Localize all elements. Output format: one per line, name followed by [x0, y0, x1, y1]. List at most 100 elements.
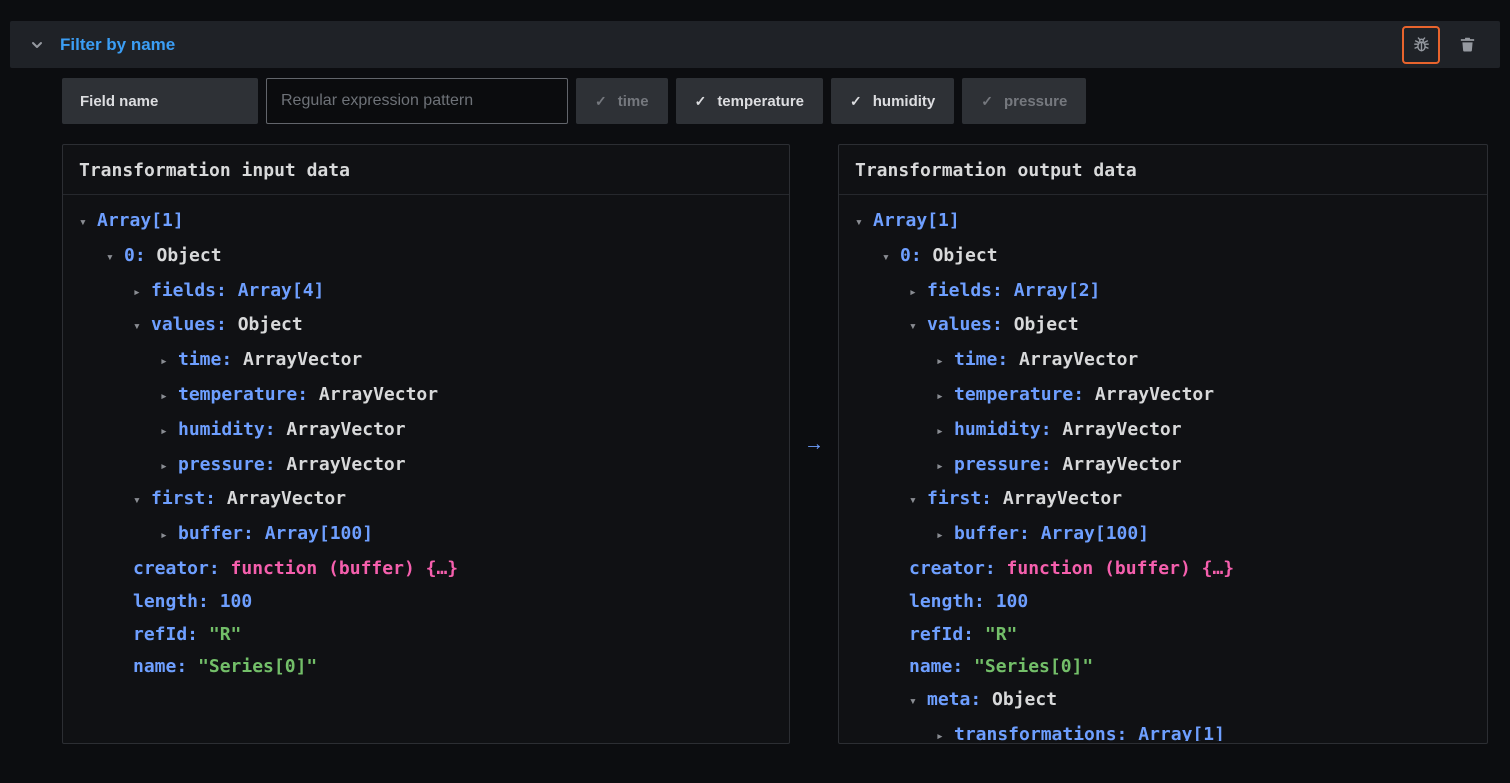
json-value: 100 [220, 591, 253, 612]
json-value: "Series[0]" [198, 656, 317, 677]
json-tree-row[interactable]: ▾0: Object [839, 240, 1479, 275]
filter-controls: Field name ✓time✓temperature✓humidity✓pr… [62, 78, 1488, 124]
collapsed-toggle-icon[interactable]: ▸ [160, 346, 178, 379]
expanded-toggle-icon[interactable]: ▾ [79, 207, 97, 240]
json-key: creator: [133, 558, 231, 579]
expanded-toggle-icon[interactable]: ▾ [133, 311, 151, 344]
input-data-panel: Transformation input data ▾Array[1]▾0: O… [62, 144, 790, 744]
json-value: 100 [996, 591, 1029, 612]
header-actions [1402, 26, 1486, 64]
json-tree-row[interactable]: ▸time: ArrayVector [839, 344, 1479, 379]
collapsed-toggle-icon[interactable]: ▸ [936, 721, 954, 741]
json-tree-row[interactable]: ▾first: ArrayVector [839, 483, 1479, 518]
json-value: ArrayVector [286, 419, 405, 440]
chevron-down-icon[interactable] [30, 38, 44, 52]
json-tree-row[interactable]: ▾values: Object [63, 309, 781, 344]
expanded-toggle-icon[interactable]: ▾ [133, 485, 151, 518]
collapsed-toggle-icon[interactable]: ▸ [936, 346, 954, 379]
collapsed-toggle-icon[interactable]: ▸ [160, 416, 178, 449]
input-json-tree[interactable]: ▾Array[1]▾0: Object▸fields: Array[4]▾val… [63, 195, 789, 741]
collapsed-toggle-icon[interactable]: ▸ [936, 451, 954, 484]
expanded-toggle-icon[interactable]: ▾ [855, 207, 873, 240]
collapsed-toggle-icon[interactable]: ▸ [160, 381, 178, 414]
collapsed-toggle-icon[interactable]: ▸ [936, 381, 954, 414]
collapsed-toggle-icon[interactable]: ▸ [909, 277, 927, 310]
collapsed-toggle-icon[interactable]: ▸ [160, 451, 178, 484]
json-tree-row[interactable]: ▾Array[1] [63, 205, 781, 240]
json-tree-row: refId: "R" [839, 619, 1479, 652]
field-chip-label: humidity [873, 93, 936, 110]
check-icon: ✓ [695, 93, 707, 110]
json-value: Object [1014, 314, 1079, 335]
output-panel-title: Transformation output data [839, 145, 1487, 195]
json-tree-row[interactable]: ▾values: Object [839, 309, 1479, 344]
transform-header-bar: Filter by name [10, 21, 1500, 68]
field-chip-time[interactable]: ✓ time [576, 78, 668, 124]
json-value: ArrayVector [1062, 419, 1181, 440]
json-value: function (buffer) {…} [231, 558, 459, 579]
json-tree-row[interactable]: ▸transformations: Array[1] [839, 719, 1479, 741]
collapsed-toggle-icon[interactable]: ▸ [936, 416, 954, 449]
field-chip-label: pressure [1004, 93, 1067, 110]
check-icon: ✓ [981, 93, 993, 110]
collapsed-toggle-icon[interactable]: ▸ [936, 520, 954, 553]
json-tree-row[interactable]: ▸pressure: ArrayVector [63, 449, 781, 484]
json-key: first: [927, 488, 1003, 509]
json-key: transformations: [954, 724, 1138, 741]
json-value: "R" [985, 624, 1018, 645]
json-key: buffer: [178, 523, 265, 544]
check-icon: ✓ [595, 93, 607, 110]
json-tree-row[interactable]: ▸buffer: Array[100] [839, 518, 1479, 553]
output-json-tree[interactable]: ▾Array[1]▾0: Object▸fields: Array[2]▾val… [839, 195, 1487, 741]
debug-panels: Transformation input data ▾Array[1]▾0: O… [62, 144, 1488, 744]
field-chip-humidity[interactable]: ✓humidity [831, 78, 954, 124]
json-key: temperature: [178, 384, 319, 405]
regex-pattern-input[interactable] [266, 78, 568, 124]
json-value: Object [992, 689, 1057, 710]
json-tree-row[interactable]: ▸temperature: ArrayVector [839, 379, 1479, 414]
json-value: ArrayVector [1003, 488, 1122, 509]
field-name-label: Field name [62, 78, 258, 124]
json-key: humidity: [178, 419, 286, 440]
json-value: ArrayVector [243, 349, 362, 370]
json-tree-row[interactable]: ▾meta: Object [839, 684, 1479, 719]
expanded-toggle-icon[interactable]: ▾ [909, 485, 927, 518]
transform-title[interactable]: Filter by name [60, 35, 175, 55]
json-tree-row[interactable]: ▸humidity: ArrayVector [63, 414, 781, 449]
json-tree-row[interactable]: ▸pressure: ArrayVector [839, 449, 1479, 484]
json-tree-row[interactable]: ▾Array[1] [839, 205, 1479, 240]
json-tree-row: length: 100 [63, 586, 781, 619]
json-tree-row[interactable]: ▸fields: Array[2] [839, 275, 1479, 310]
json-key: length: [133, 591, 220, 612]
expanded-toggle-icon[interactable]: ▾ [106, 242, 124, 275]
json-key: refId: [133, 624, 209, 645]
json-key: 0: [900, 245, 933, 266]
json-key: values: [927, 314, 1014, 335]
arrow-right-icon: → [790, 144, 838, 744]
json-key: fields: [927, 280, 1014, 301]
json-tree-row[interactable]: ▸temperature: ArrayVector [63, 379, 781, 414]
json-tree-row[interactable]: ▸humidity: ArrayVector [839, 414, 1479, 449]
expanded-toggle-icon[interactable]: ▾ [909, 686, 927, 719]
collapsed-toggle-icon[interactable]: ▸ [160, 520, 178, 553]
field-chip-pressure[interactable]: ✓ pressure [962, 78, 1086, 124]
expanded-toggle-icon[interactable]: ▾ [909, 311, 927, 344]
json-key: pressure: [954, 454, 1062, 475]
json-value: ArrayVector [319, 384, 438, 405]
json-value: Array[100] [265, 523, 373, 544]
json-value: function (buffer) {…} [1007, 558, 1235, 579]
collapsed-toggle-icon[interactable]: ▸ [133, 277, 151, 310]
expanded-toggle-icon[interactable]: ▾ [882, 242, 900, 275]
delete-transform-button[interactable] [1448, 26, 1486, 64]
json-key: name: [133, 656, 198, 677]
json-tree-row[interactable]: ▸fields: Array[4] [63, 275, 781, 310]
json-tree-row[interactable]: ▸buffer: Array[100] [63, 518, 781, 553]
json-tree-row[interactable]: ▸time: ArrayVector [63, 344, 781, 379]
field-chip-temperature[interactable]: ✓temperature [676, 78, 823, 124]
json-tree-row[interactable]: ▾0: Object [63, 240, 781, 275]
field-chip-label: time [618, 93, 649, 110]
json-key: time: [954, 349, 1019, 370]
debug-button[interactable] [1402, 26, 1440, 64]
json-key: buffer: [954, 523, 1041, 544]
json-tree-row[interactable]: ▾first: ArrayVector [63, 483, 781, 518]
